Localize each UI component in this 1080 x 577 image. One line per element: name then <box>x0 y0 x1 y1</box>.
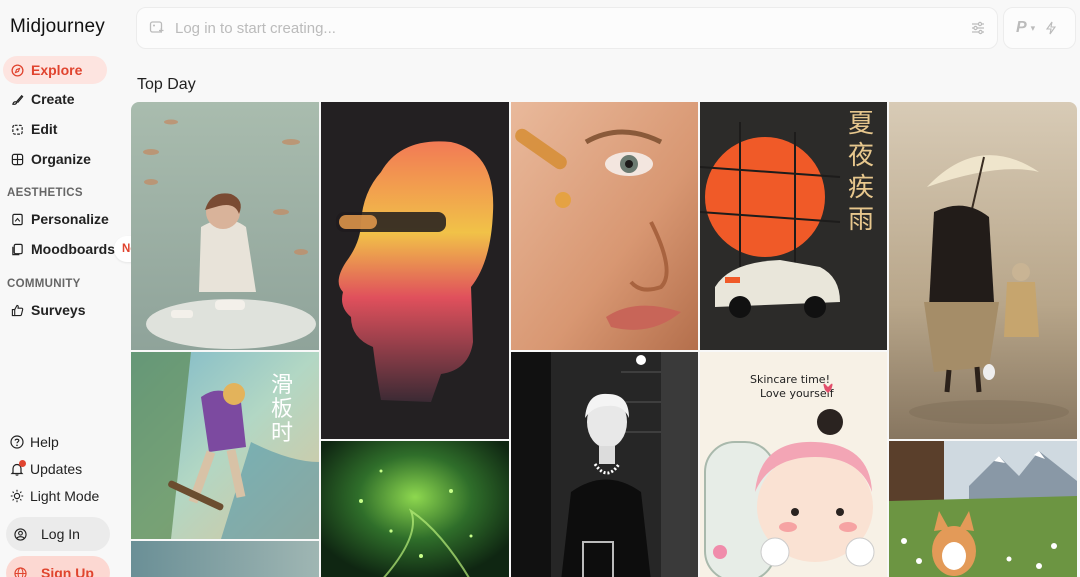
bell-icon <box>10 460 26 476</box>
compass-icon <box>11 63 24 77</box>
svg-text:夜: 夜 <box>848 141 874 171</box>
svg-text:板: 板 <box>271 397 293 422</box>
light-mode-toggle[interactable]: Light Mode <box>10 488 99 504</box>
feed-title: Top Day <box>137 76 196 93</box>
svg-text:疾: 疾 <box>848 173 874 203</box>
signup-button[interactable]: Sign Up <box>6 556 110 577</box>
nav-label-create: Create <box>31 91 75 107</box>
nav-label-organize: Organize <box>31 151 91 167</box>
svg-text:雨: 雨 <box>848 205 874 235</box>
svg-text:Skincare time!: Skincare time! <box>750 373 830 386</box>
nav-item-edit[interactable]: Edit <box>3 115 107 143</box>
svg-text:Love yourself: Love yourself <box>760 387 835 400</box>
gallery-image-green-forest[interactable] <box>321 441 509 577</box>
globe-icon <box>14 566 27 577</box>
gallery-image-skincare-girl[interactable]: Skincare time! Love yourself <box>700 352 887 577</box>
signup-label: Sign Up <box>41 565 94 577</box>
nav-item-personalize[interactable]: Personalize <box>3 205 109 233</box>
user-circle-icon <box>14 527 27 541</box>
gallery-image-anime-skater[interactable]: 滑 板 时 <box>131 352 319 539</box>
nav-label-personalize: Personalize <box>31 211 109 227</box>
login-label: Log In <box>41 526 80 542</box>
nav-item-moodboards[interactable]: Moodboards <box>3 235 123 263</box>
personalize-icon <box>11 213 24 226</box>
grid-icon <box>11 153 24 166</box>
sun-icon <box>10 489 24 503</box>
login-button[interactable]: Log In <box>6 517 110 551</box>
updates-label: Updates <box>30 461 83 477</box>
svg-text:夏: 夏 <box>848 109 874 139</box>
gallery-image-gradient-head[interactable] <box>321 102 509 439</box>
lightning-icon[interactable] <box>1045 21 1057 35</box>
gallery-image-underwater-tea[interactable] <box>131 102 319 350</box>
settings-sliders-icon[interactable] <box>971 21 985 35</box>
brush-icon <box>11 93 24 106</box>
nav-item-organize[interactable]: Organize <box>3 145 107 173</box>
personalization-button[interactable]: P ▾ <box>1003 7 1076 49</box>
help-link[interactable]: Help <box>10 434 59 450</box>
app-logo[interactable]: Midjourney <box>10 16 105 38</box>
nav-item-explore[interactable]: Explore <box>3 56 107 84</box>
gallery-image-blurred[interactable] <box>131 541 319 577</box>
svg-text:时: 时 <box>271 421 293 446</box>
nav-label-moodboards: Moodboards <box>31 241 115 257</box>
help-icon <box>10 435 24 449</box>
nav-label-edit: Edit <box>31 121 58 137</box>
help-label: Help <box>30 434 59 450</box>
prompt-placeholder: Log in to start creating... <box>175 19 336 37</box>
light-mode-label: Light Mode <box>30 488 100 504</box>
personalization-label: P <box>1016 19 1027 36</box>
gallery-image-alpine-cat[interactable] <box>889 441 1077 577</box>
section-header-aesthetics: AESTHETICS <box>7 187 83 199</box>
gallery-image-umbrella-walk[interactable] <box>889 102 1077 439</box>
nav-label-surveys: Surveys <box>31 302 86 318</box>
nav-label-explore: Explore <box>31 62 83 78</box>
nav-item-surveys[interactable]: Surveys <box>3 296 107 324</box>
gallery-image-face-serum[interactable] <box>511 102 698 350</box>
sidebar: Midjourney Explore Create Edit Organize … <box>0 0 158 577</box>
nav-item-create[interactable]: Create <box>3 85 107 113</box>
updates-link[interactable]: Updates <box>10 460 83 477</box>
section-header-community: COMMUNITY <box>7 278 81 290</box>
image-prompt-icon[interactable] <box>149 20 165 36</box>
moodboard-icon <box>11 243 24 256</box>
prompt-bar[interactable]: Log in to start creating... <box>136 7 998 49</box>
chevron-down-icon: ▾ <box>1030 22 1036 33</box>
edit-frame-icon <box>11 123 24 136</box>
notification-dot <box>19 460 26 467</box>
thumbs-up-icon <box>11 304 24 317</box>
poster-text: 滑 <box>271 373 293 398</box>
gallery-image-red-sun-poster[interactable]: 夏 夜 疾 雨 <box>700 102 887 350</box>
gallery-image-noir-woman[interactable] <box>511 352 698 577</box>
